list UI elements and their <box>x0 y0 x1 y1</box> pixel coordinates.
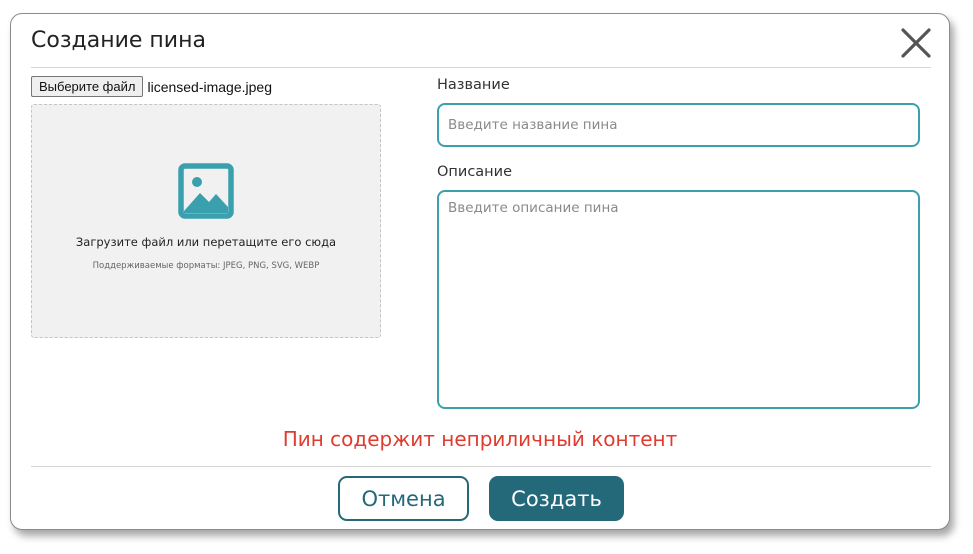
name-input[interactable] <box>437 103 920 147</box>
close-icon <box>901 28 931 58</box>
footer-divider <box>31 466 931 467</box>
header-divider <box>31 67 931 68</box>
image-icon <box>178 163 234 219</box>
error-message: Пин содержит неприличный контент <box>282 427 678 451</box>
selected-file-name: licensed-image.jpeg <box>147 78 272 95</box>
dropzone-formats-text: Поддерживаемые форматы: JPEG, PNG, SVG, … <box>92 261 320 271</box>
close-button[interactable] <box>899 26 933 60</box>
cancel-button[interactable]: Отмена <box>338 476 469 521</box>
name-label: Название <box>437 77 510 93</box>
create-button[interactable]: Создать <box>489 476 624 521</box>
choose-file-button[interactable]: Выберите файл <box>31 76 144 97</box>
modal-title: Создание пина <box>31 28 206 53</box>
dropzone-main-text: Загрузите файл или перетащите его сюда <box>75 235 337 249</box>
create-pin-modal: Создание пина Выберите файл licensed-ima… <box>10 13 950 530</box>
description-textarea[interactable] <box>437 190 920 409</box>
description-label: Описание <box>437 164 512 180</box>
file-input: Выберите файл licensed-image.jpeg <box>31 76 272 97</box>
image-dropzone[interactable]: Загрузите файл или перетащите его сюда П… <box>31 104 381 338</box>
